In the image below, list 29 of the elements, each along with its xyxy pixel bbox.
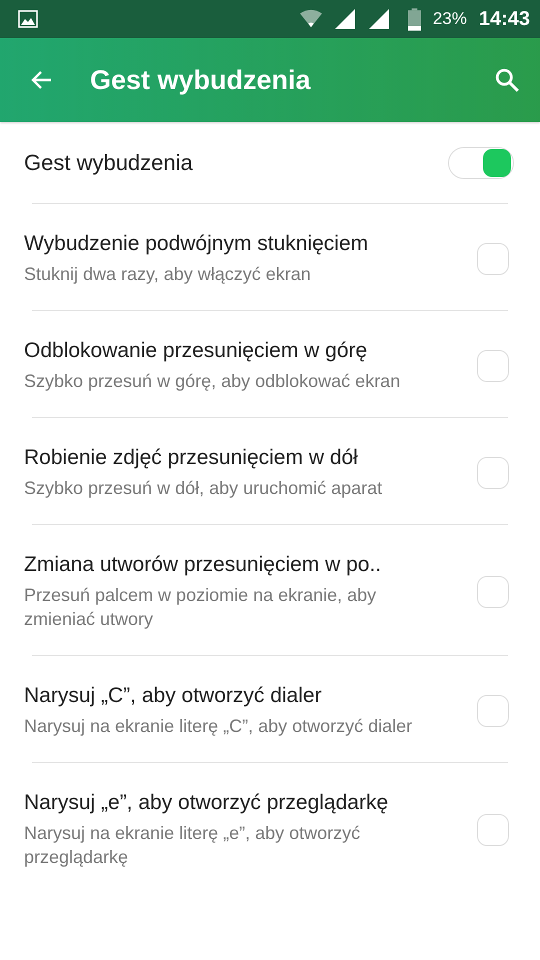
checkbox[interactable] bbox=[477, 457, 509, 489]
wifi-icon bbox=[300, 9, 322, 29]
signal-icon bbox=[368, 9, 390, 29]
setting-title: Robienie zdjęć przesunięciem w dół bbox=[24, 446, 359, 470]
image-icon bbox=[18, 10, 38, 28]
setting-description: Stuknij dwa razy, aby włączyć ekran bbox=[24, 263, 312, 286]
signal-icon bbox=[334, 9, 356, 29]
setting-title: Odblokowanie przesunięciem w górę bbox=[24, 339, 368, 363]
setting-description: Szybko przesuń w górę, aby odblokować ekran bbox=[24, 370, 402, 393]
setting-description: Narysuj na ekranie literę „e”, aby otworzyć przeglądarkę bbox=[24, 822, 362, 869]
battery-percent: 23% bbox=[432, 9, 467, 29]
battery-icon bbox=[408, 8, 421, 30]
checkbox[interactable] bbox=[477, 814, 509, 846]
setting-description: Przesuń palcem w poziomie na ekranie, aby zmieniać utwory bbox=[24, 584, 378, 631]
screen-title: Gest wybudzenia bbox=[90, 64, 312, 96]
setting-title: Narysuj „e”, aby otworzyć przeglądarkę bbox=[24, 791, 390, 815]
checkbox[interactable] bbox=[477, 695, 509, 727]
checkbox[interactable] bbox=[477, 350, 509, 382]
clock: 14:43 bbox=[478, 8, 530, 30]
checkbox[interactable] bbox=[477, 243, 509, 275]
setting-description: Narysuj na ekranie literę „C”, aby otworzyć dialer bbox=[24, 715, 414, 738]
setting-label: Gest wybudzenia bbox=[24, 150, 194, 176]
checkbox[interactable] bbox=[477, 576, 509, 608]
setting-title: Narysuj „C”, aby otworzyć dialer bbox=[24, 684, 323, 708]
setting-description: Szybko przesuń w dół, aby uruchomić aparat bbox=[24, 477, 384, 500]
search-icon[interactable] bbox=[494, 67, 520, 93]
toggle-switch[interactable] bbox=[448, 146, 514, 178]
setting-title: Zmiana utworów przesunięciem w po.. bbox=[24, 553, 382, 577]
setting-title: Wybudzenie podwójnym stuknięciem bbox=[24, 232, 370, 256]
